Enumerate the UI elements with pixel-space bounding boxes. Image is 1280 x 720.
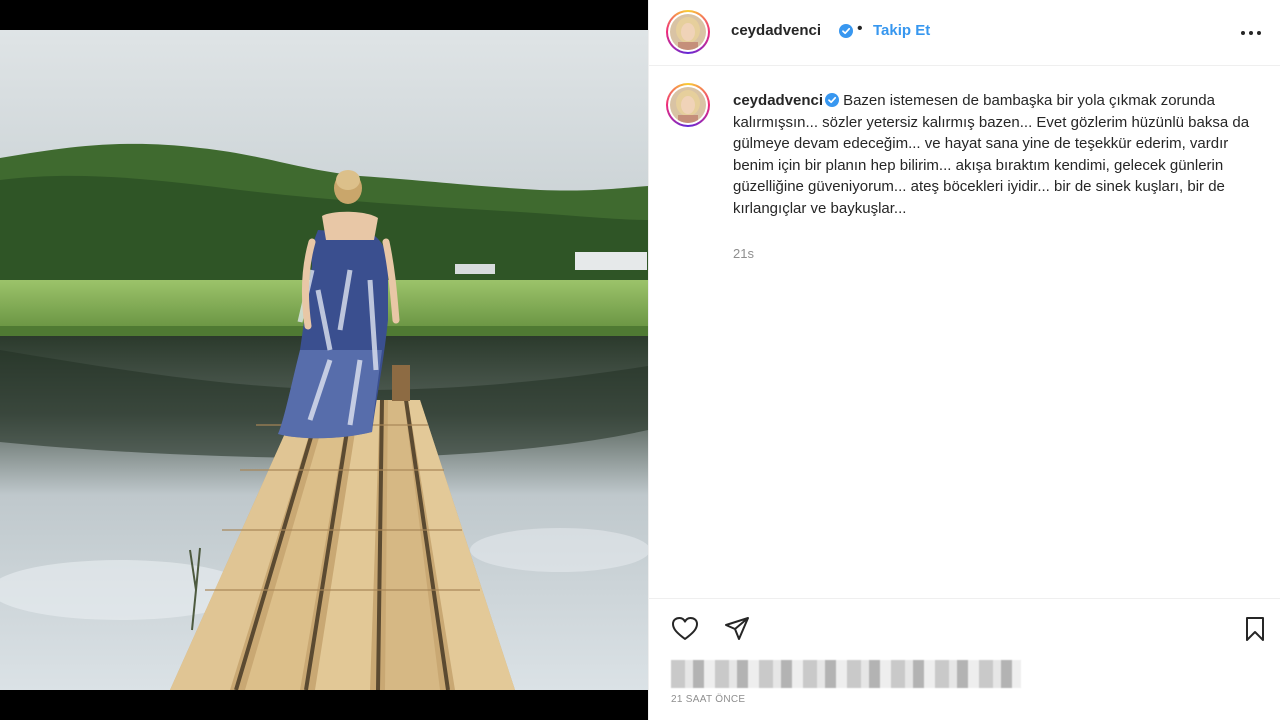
caption-block: ceydadvenci Bazen istemesen de bambaşka b… — [649, 66, 1280, 596]
caption-body: Bazen istemesen de bambaşka bir yola çık… — [733, 92, 1250, 217]
header-separator: • — [857, 20, 863, 37]
caption-timestamp[interactable]: 21s — [733, 246, 754, 261]
verified-badge-icon — [825, 93, 840, 107]
caption-avatar[interactable] — [666, 83, 710, 127]
verified-badge-icon — [839, 24, 853, 38]
more-options-icon[interactable] — [1239, 23, 1263, 43]
profile-avatar[interactable] — [666, 10, 710, 54]
action-bar — [649, 598, 1280, 658]
heart-icon[interactable] — [671, 615, 699, 643]
post-sidebar: ceydadvenci • Takip Et ceydadvenci Bazen… — [648, 0, 1280, 720]
avatar-image — [670, 87, 706, 123]
post-media-panel — [0, 0, 648, 720]
paper-plane-icon[interactable] — [723, 615, 751, 643]
likes-redacted — [671, 660, 1021, 688]
caption-text: ceydadvenci Bazen istemesen de bambaşka b… — [733, 90, 1253, 220]
header-username[interactable]: ceydadvenci — [731, 22, 821, 39]
follow-button[interactable]: Takip Et — [873, 22, 930, 39]
post-photo[interactable] — [0, 30, 648, 690]
post-header: ceydadvenci • Takip Et — [649, 0, 1280, 66]
avatar-image — [670, 14, 706, 50]
caption-username[interactable]: ceydadvenci — [733, 92, 823, 109]
bookmark-icon[interactable] — [1241, 615, 1269, 643]
post-date[interactable]: 21 SAAT ÖNCE — [671, 694, 745, 705]
